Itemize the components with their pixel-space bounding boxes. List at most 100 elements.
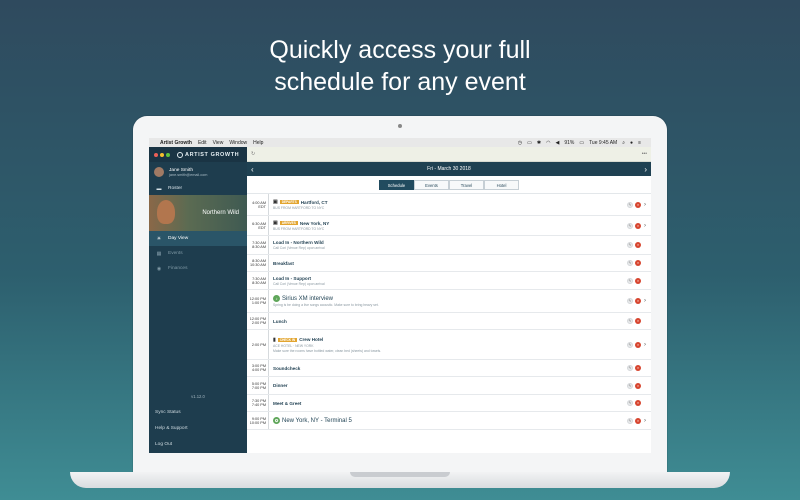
window-titlebar: ARTIST GROWTH bbox=[149, 147, 247, 162]
schedule-row[interactable]: 7:30 PM 7:40 PM Meet & Greet ✎ × bbox=[247, 395, 651, 412]
delete-icon[interactable]: × bbox=[635, 365, 641, 371]
help-support-link[interactable]: Help & Support bbox=[155, 426, 188, 431]
chevron-right-icon[interactable]: › bbox=[644, 418, 647, 424]
airplay-icon[interactable]: ▭ bbox=[527, 140, 532, 146]
event-content: Load In - Northern Wild Call Cori (Venue… bbox=[269, 236, 651, 254]
schedule-row[interactable]: 2:00 PM ▮ CHECK IN Crew Hotel ACE HOTEL · … bbox=[247, 330, 651, 360]
menu-app-name[interactable]: Artist Growth bbox=[160, 140, 192, 146]
nav-events-label: Events bbox=[168, 251, 183, 256]
nav-finances[interactable]: ◉ Finances bbox=[149, 261, 247, 276]
edit-icon[interactable]: ✎ bbox=[627, 260, 633, 266]
log-out-link[interactable]: Log Out bbox=[155, 442, 172, 447]
delete-icon[interactable]: × bbox=[635, 298, 641, 304]
schedule-row[interactable]: 5:00 PM 7:00 PM Dinner ✎ × bbox=[247, 377, 651, 395]
nav-roster-label: Roster bbox=[168, 186, 183, 191]
end-time: 8:30 AM bbox=[252, 245, 266, 249]
event-title-line: Load In - Support bbox=[273, 276, 651, 281]
chevron-right-icon[interactable]: › bbox=[644, 223, 647, 229]
bluetooth-icon[interactable]: ✱ bbox=[537, 140, 541, 146]
menubar-status: ◷ ▭ ✱ ◠ ◀ 91% ▭ Tue 9:45 AM ⌕ ● ≡ bbox=[518, 140, 646, 146]
edit-icon[interactable]: ✎ bbox=[627, 242, 633, 248]
chevron-right-icon[interactable]: › bbox=[644, 298, 647, 304]
tab-travel[interactable]: Travel bbox=[449, 180, 484, 190]
event-subtitle: Call Cori (Venue Rep) upon arrival bbox=[273, 246, 325, 250]
battery-icon[interactable]: ▭ bbox=[579, 140, 584, 146]
edit-icon[interactable]: ✎ bbox=[627, 318, 633, 324]
end-time: 1:00 PM bbox=[251, 301, 266, 305]
previous-day-button[interactable]: ‹ bbox=[251, 165, 254, 174]
battery-level: 91% bbox=[564, 139, 575, 146]
tab-hotel[interactable]: Hotel bbox=[484, 180, 519, 190]
more-options-icon[interactable]: ••• bbox=[642, 151, 647, 157]
tab-events[interactable]: Events bbox=[414, 180, 449, 190]
menu-window[interactable]: Window bbox=[229, 140, 247, 146]
event-title: Load In - Northern Wild bbox=[273, 240, 324, 245]
search-icon[interactable]: ⌕ bbox=[622, 140, 625, 146]
edit-icon[interactable]: ✎ bbox=[627, 341, 633, 348]
schedule-row[interactable]: 7:30 AM 8:30 AM Load In - Northern Wild … bbox=[247, 236, 651, 255]
tab-bar: Schedule Events Travel Hotel bbox=[247, 176, 651, 193]
schedule-row[interactable]: 12:00 PM 1:00 PM ♪ Sirius XM interview Sp… bbox=[247, 290, 651, 313]
edit-icon[interactable]: ✎ bbox=[627, 382, 633, 389]
schedule-row[interactable]: 8:30 AM 10:30 AM Breakfast ✎ × bbox=[247, 255, 651, 272]
row-actions: ✎ × › bbox=[625, 417, 647, 424]
nav-events[interactable]: ▦ Events bbox=[149, 246, 247, 261]
delete-icon[interactable]: × bbox=[635, 382, 641, 389]
sync-status-link[interactable]: Sync Status bbox=[155, 410, 181, 415]
band-banner[interactable]: Northern Wild bbox=[149, 195, 247, 231]
delete-icon[interactable]: × bbox=[635, 201, 641, 208]
edit-icon[interactable]: ✎ bbox=[627, 277, 633, 284]
menu-help[interactable]: Help bbox=[253, 140, 263, 146]
nav-roster[interactable]: ▬ Roster bbox=[149, 182, 247, 195]
schedule-list: 4:00 AM EDT ▣ DEPARTS Hartford, CT BUS FRO… bbox=[247, 193, 651, 430]
tab-schedule[interactable]: Schedule bbox=[379, 180, 414, 190]
zoom-window-button[interactable] bbox=[166, 152, 170, 157]
minimize-window-button[interactable] bbox=[160, 152, 164, 157]
edit-icon[interactable]: ✎ bbox=[627, 222, 633, 229]
event-content: ▣ DEPARTS Hartford, CT BUS FROM HARTFORD T… bbox=[269, 194, 651, 215]
delete-icon[interactable]: × bbox=[635, 277, 641, 284]
menu-list-icon[interactable]: ≡ bbox=[638, 140, 641, 146]
delete-icon[interactable]: × bbox=[635, 222, 641, 229]
schedule-row[interactable]: 7:30 AM 8:30 AM Load In - Support Call C… bbox=[247, 272, 651, 290]
delete-icon[interactable]: × bbox=[635, 318, 641, 324]
nav-day-view[interactable]: ☀ Day View bbox=[149, 231, 247, 246]
schedule-row[interactable]: 9:00 PM 10:00 PM ✪ New York, NY - Termina… bbox=[247, 412, 651, 430]
schedule-row[interactable]: 6:30 AM EDT ▣ ARRIVES New York, NY BUS FRO… bbox=[247, 216, 651, 236]
schedule-row[interactable]: 4:00 AM EDT ▣ DEPARTS Hartford, CT BUS FRO… bbox=[247, 194, 651, 216]
schedule-row[interactable]: 3:00 PM 4:00 PM Soundcheck ✎ × bbox=[247, 360, 651, 377]
row-actions: ✎ × bbox=[625, 318, 647, 324]
next-day-button[interactable]: › bbox=[644, 165, 647, 174]
edit-icon[interactable]: ✎ bbox=[627, 298, 633, 304]
edit-icon[interactable]: ✎ bbox=[627, 417, 633, 424]
clock[interactable]: Tue 9:45 AM bbox=[589, 140, 617, 146]
event-title-line: Soundcheck bbox=[273, 366, 651, 371]
delete-icon[interactable]: × bbox=[635, 260, 641, 266]
chevron-right-icon[interactable]: › bbox=[644, 342, 647, 348]
event-content: ▮ CHECK IN Crew Hotel ACE HOTEL · NEW YORK… bbox=[269, 330, 651, 359]
close-window-button[interactable] bbox=[154, 152, 158, 157]
end-time: EDT bbox=[258, 204, 266, 209]
edit-icon[interactable]: ✎ bbox=[627, 201, 633, 208]
event-title-line: ▣ ARRIVES New York, NY bbox=[273, 220, 651, 226]
menu-view[interactable]: View bbox=[213, 140, 224, 146]
schedule-row[interactable]: 12:00 PM 2:00 PM Lunch ✎ × bbox=[247, 313, 651, 330]
delete-icon[interactable]: × bbox=[635, 400, 641, 406]
history-icon[interactable]: ◷ bbox=[518, 140, 522, 146]
menu-edit[interactable]: Edit bbox=[198, 140, 207, 146]
delete-icon[interactable]: × bbox=[635, 242, 641, 248]
wifi-icon[interactable]: ◠ bbox=[546, 140, 550, 146]
chevron-right-icon[interactable]: › bbox=[644, 202, 647, 208]
volume-icon[interactable]: ◀ bbox=[555, 140, 559, 146]
siri-icon[interactable]: ● bbox=[630, 140, 633, 146]
end-time: 10:30 AM bbox=[249, 263, 266, 267]
row-actions: ✎ × bbox=[625, 365, 647, 371]
user-email: jane.smith@email.com bbox=[169, 172, 208, 177]
user-profile[interactable]: Jane Smith jane.smith@email.com bbox=[149, 162, 247, 182]
delete-icon[interactable]: × bbox=[635, 417, 641, 424]
sync-icon[interactable]: ↻ bbox=[251, 151, 255, 157]
status-badge: ARRIVES bbox=[279, 221, 298, 225]
edit-icon[interactable]: ✎ bbox=[627, 365, 633, 371]
edit-icon[interactable]: ✎ bbox=[627, 400, 633, 406]
delete-icon[interactable]: × bbox=[635, 341, 641, 348]
